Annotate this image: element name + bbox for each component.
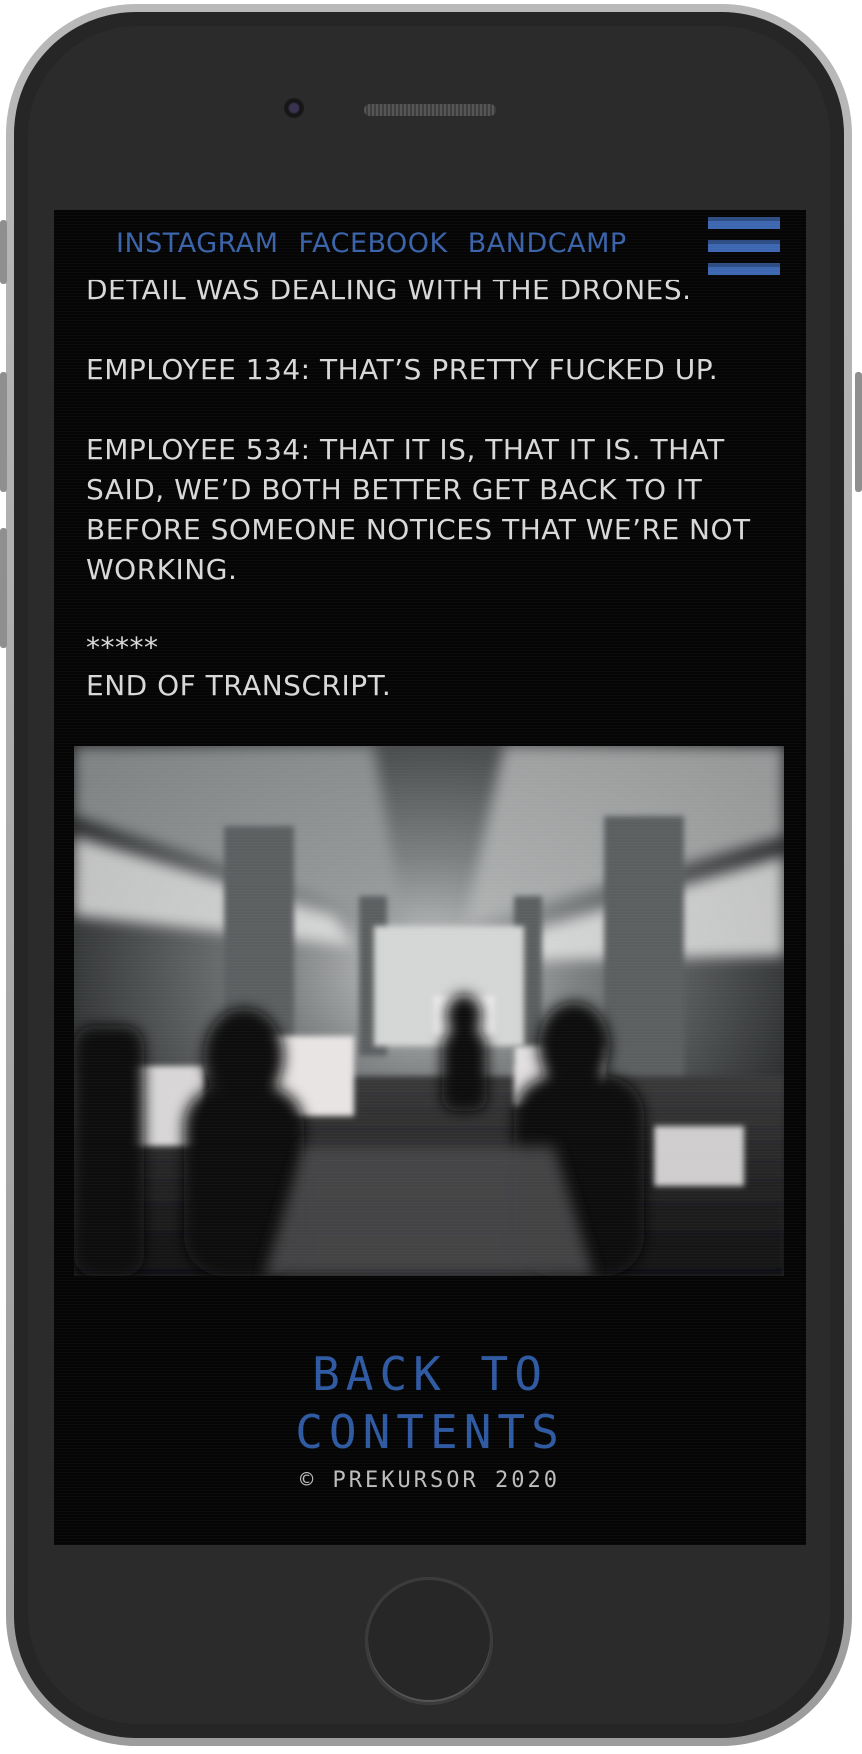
transcript-end: END OF TRANSCRIPT. (86, 669, 392, 702)
back-to-contents-link[interactable]: BACK TO CONTENTS (295, 1345, 565, 1461)
mute-switch (0, 220, 7, 284)
power-button (855, 372, 862, 492)
front-camera (284, 98, 304, 118)
nav-link-instagram[interactable]: INSTAGRAM (116, 224, 279, 264)
top-nav-bar: INSTAGRAM FACEBOOK BANDCAMP (54, 210, 806, 280)
nav-link-bandcamp[interactable]: BANDCAMP (468, 224, 627, 264)
copyright: © PREKURSOR 2020 (300, 1468, 560, 1493)
earpiece-speaker (364, 104, 496, 116)
home-button[interactable] (365, 1577, 493, 1705)
hamburger-bar (708, 263, 780, 275)
nav-link-facebook[interactable]: FACEBOOK (299, 224, 448, 264)
hamburger-bar (708, 217, 780, 229)
office-photo (74, 746, 784, 1276)
transcript-line: EMPLOYEE 134: THAT’S PRETTY FUCKED UP. (86, 353, 719, 386)
volume-up-button (0, 372, 7, 492)
volume-down-button (0, 528, 7, 648)
screen: DETAIL WAS DEALING WITH THE DRONES. EMPL… (54, 210, 806, 1545)
footer: BACK TO CONTENTS © PREKURSOR 2020 (54, 1345, 806, 1497)
office-photo-illustration (74, 746, 784, 1276)
social-links: INSTAGRAM FACEBOOK BANDCAMP (116, 224, 627, 264)
transcript-line: EMPLOYEE 534: THAT IT IS, THAT IT IS. TH… (86, 433, 751, 586)
transcript: DETAIL WAS DEALING WITH THE DRONES. EMPL… (86, 270, 776, 706)
hamburger-bar (708, 240, 780, 252)
hamburger-menu-icon[interactable] (708, 217, 780, 275)
transcript-separator: ***** (86, 631, 159, 664)
